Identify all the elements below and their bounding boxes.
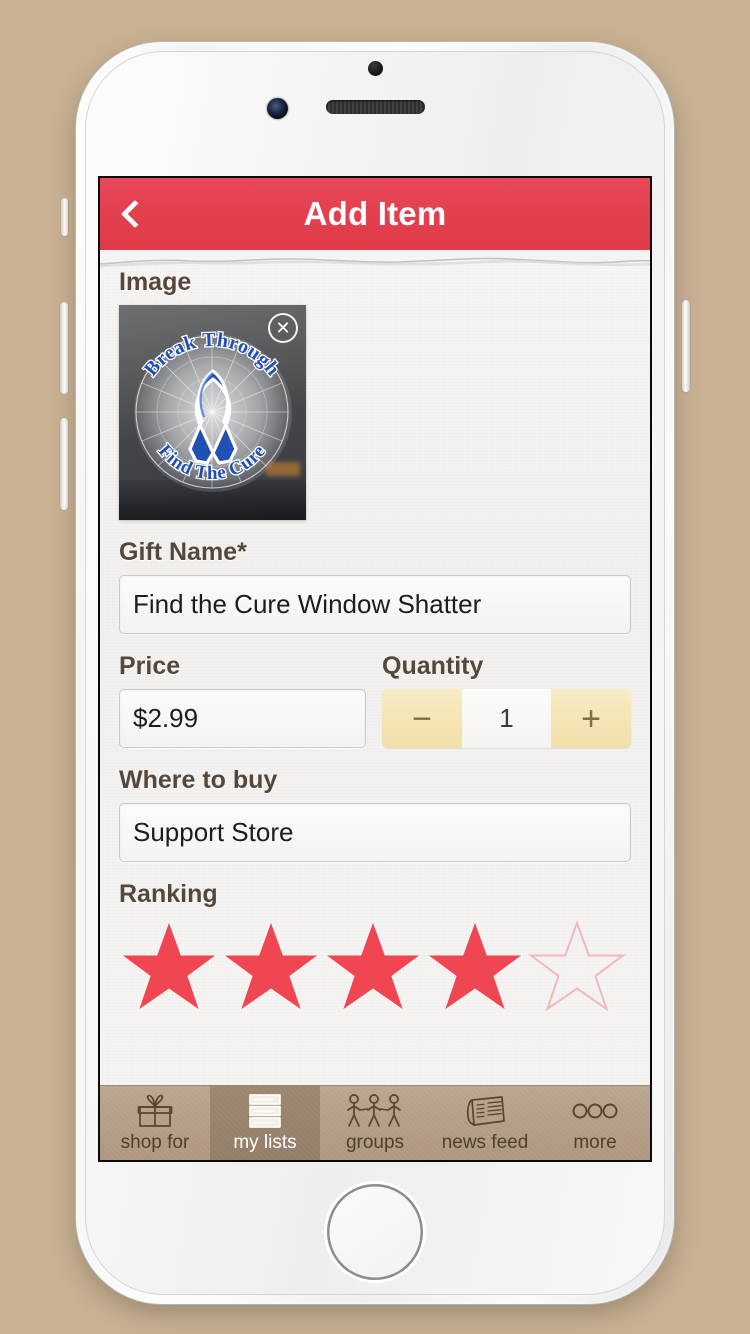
volume-up-button[interactable]: [60, 302, 68, 394]
volume-down-button[interactable]: [60, 418, 68, 510]
where-to-buy-input[interactable]: Support Store: [119, 803, 631, 862]
price-label: Price: [119, 652, 181, 680]
tab-label: news feed: [441, 1132, 529, 1153]
price-input[interactable]: $2.99: [119, 689, 366, 748]
blue-ribbon-icon: [187, 368, 238, 465]
newspaper-icon: [462, 1091, 508, 1131]
tab-shop-for[interactable]: shop for: [100, 1086, 210, 1160]
bottom-tab-bar: shop for my lists groups news feed more: [100, 1085, 650, 1160]
tab-label: my lists: [233, 1132, 297, 1153]
people-group-icon: [342, 1091, 408, 1131]
item-image-thumbnail[interactable]: Break Through Find The Cure ✕: [119, 305, 306, 520]
star-empty-icon[interactable]: [527, 919, 627, 1015]
list-lines-icon: [247, 1091, 283, 1131]
tab-more[interactable]: more: [540, 1086, 650, 1160]
tab-label: groups: [345, 1132, 405, 1153]
chevron-left-icon: [120, 199, 150, 229]
ranking-stars[interactable]: [119, 919, 631, 1015]
power-button[interactable]: [682, 300, 690, 392]
gift-name-input[interactable]: Find the Cure Window Shatter: [119, 575, 631, 634]
price-quantity-row: Price $2.99 Quantity − 1 +: [119, 634, 631, 748]
phone-screen: Add Item Image Break Through Find The Cu…: [100, 178, 650, 1160]
back-button[interactable]: [100, 178, 164, 250]
gift-box-icon: [135, 1091, 175, 1131]
where-to-buy-label: Where to buy: [119, 766, 278, 794]
quantity-increment-button[interactable]: +: [551, 689, 631, 748]
front-camera-icon: [267, 98, 288, 119]
star-filled-icon[interactable]: [119, 919, 219, 1015]
tab-groups[interactable]: groups: [320, 1086, 430, 1160]
image-label: Image: [119, 268, 192, 296]
plus-icon: +: [581, 699, 601, 738]
quantity-label: Quantity: [382, 652, 484, 680]
quantity-decrement-button[interactable]: −: [382, 689, 462, 748]
tab-label: shop for: [120, 1132, 190, 1153]
quantity-stepper: − 1 +: [382, 689, 631, 748]
ranking-label: Ranking: [119, 880, 218, 908]
quantity-value[interactable]: 1: [462, 689, 551, 748]
proximity-sensor: [368, 61, 383, 76]
mute-switch[interactable]: [61, 198, 68, 236]
tab-label: more: [573, 1132, 617, 1153]
home-button[interactable]: [327, 1184, 423, 1280]
gift-name-label: Gift Name*: [119, 538, 247, 566]
page-title: Add Item: [303, 195, 447, 232]
star-filled-icon[interactable]: [425, 919, 525, 1015]
remove-image-button[interactable]: ✕: [268, 313, 298, 343]
app-header: Add Item: [100, 178, 650, 250]
form-body: Image Break Through Find The Cure ✕ Gift…: [100, 250, 650, 1085]
star-filled-icon[interactable]: [221, 919, 321, 1015]
minus-icon: −: [412, 699, 432, 738]
three-circles-icon: [571, 1091, 619, 1131]
star-filled-icon[interactable]: [323, 919, 423, 1015]
earpiece-speaker: [326, 100, 425, 114]
tab-news-feed[interactable]: news feed: [430, 1086, 540, 1160]
close-icon: ✕: [275, 318, 291, 338]
tab-my-lists[interactable]: my lists: [210, 1086, 320, 1160]
